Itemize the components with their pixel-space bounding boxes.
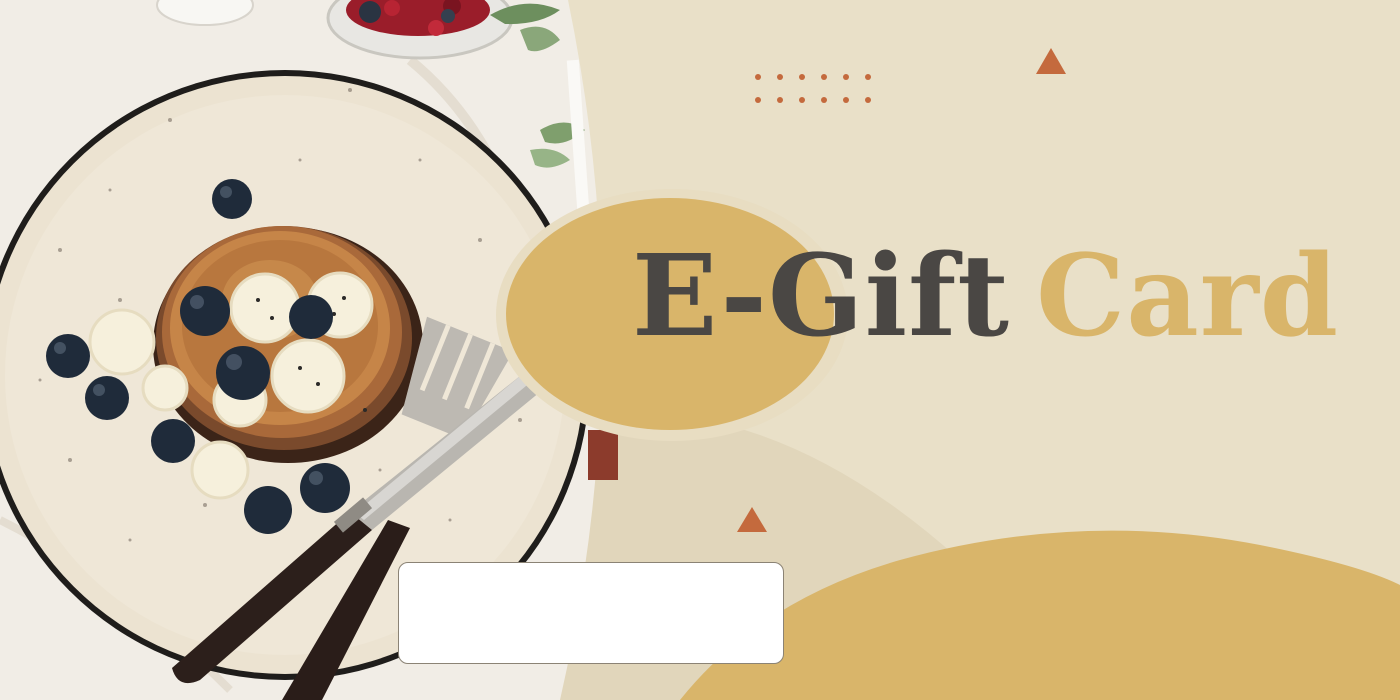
gift-card: E-Gift Card (0, 0, 1400, 700)
title-egift: E-Gift (632, 231, 1011, 362)
triangle-top (1036, 48, 1066, 74)
title-card: Card (1036, 231, 1340, 362)
card-title: E-Gift Card (632, 232, 1339, 362)
dot-grid (755, 74, 871, 103)
gift-code-box[interactable] (398, 562, 784, 664)
